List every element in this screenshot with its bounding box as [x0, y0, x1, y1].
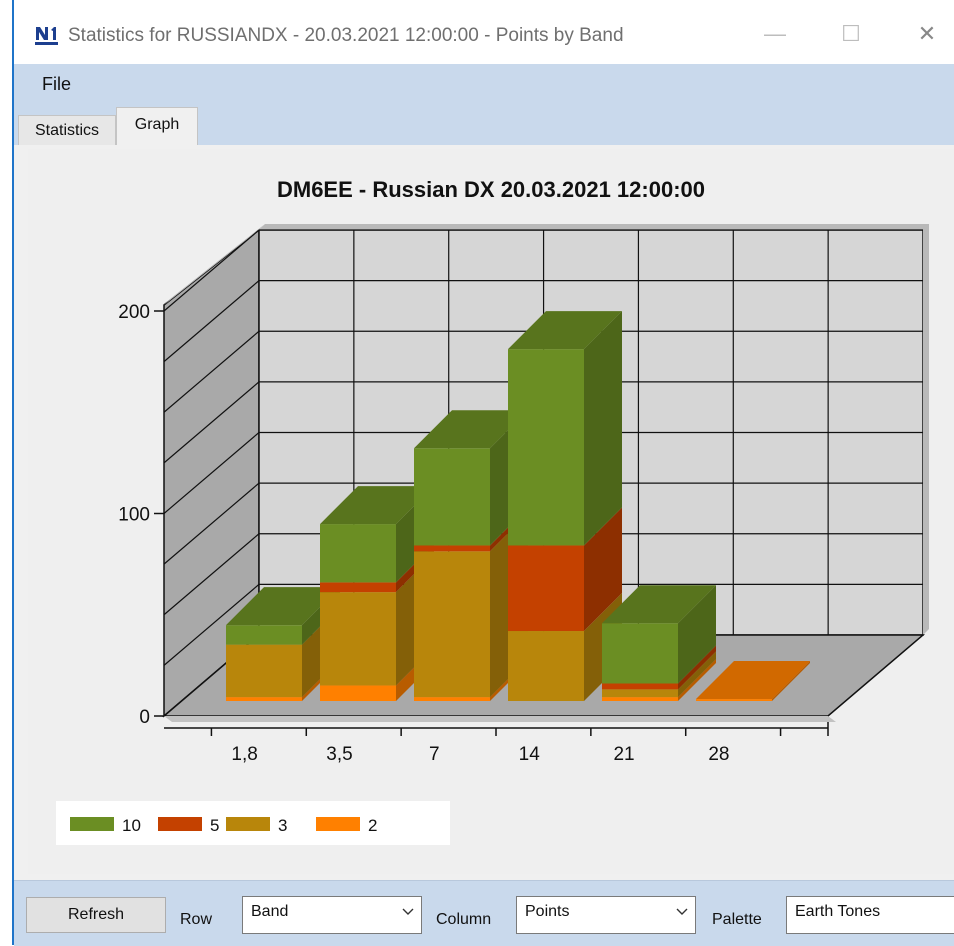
tab-graph[interactable]: Graph: [116, 107, 198, 147]
legend-label: 5: [210, 816, 219, 835]
left-window-edge: [0, 0, 14, 945]
bar-segment-front: [602, 697, 678, 701]
bar-segment-front: [320, 685, 396, 701]
column-select[interactable]: Points: [516, 896, 696, 934]
bar-segment-side: [584, 311, 622, 546]
x-tick-label: 28: [708, 744, 729, 765]
bar-segment-front: [414, 448, 490, 546]
chart-title: DM6EE - Russian DX 20.03.2021 12:00:00: [277, 177, 705, 202]
legend-swatch: [158, 817, 202, 831]
bar-segment-front: [226, 625, 302, 645]
bar-segment-front: [320, 592, 396, 686]
bar-segment-front: [508, 349, 584, 546]
x-tick-label: 7: [429, 744, 440, 765]
menu-file[interactable]: File: [42, 74, 71, 95]
legend-label: 10: [122, 816, 141, 835]
close-button[interactable]: ✕: [904, 14, 950, 54]
window-title: Statistics for RUSSIANDX - 20.03.2021 12…: [68, 25, 624, 46]
chart-floor-edge: [164, 716, 836, 722]
chevron-down-icon: [402, 908, 414, 915]
title-bar[interactable]: Statistics for RUSSIANDX - 20.03.2021 12…: [14, 0, 954, 64]
maximize-button[interactable]: ☐: [828, 14, 874, 54]
x-tick-label: 21: [613, 744, 634, 765]
row-select[interactable]: Band: [242, 896, 422, 934]
bar-segment-front: [414, 697, 490, 701]
bar-segment-front: [696, 699, 772, 701]
graph-panel: DM6EE - Russian DX 20.03.2021 12:00:00 0 1…: [14, 145, 954, 880]
bar-segment-front: [414, 551, 490, 698]
legend-swatch: [70, 817, 114, 831]
bar-segment-front: [226, 644, 302, 698]
stacked-3d-bar-chart: DM6EE - Russian DX 20.03.2021 12:00:00 0 1…: [56, 177, 929, 845]
n1mm-app-icon: [34, 24, 60, 46]
bar-segment-front: [226, 697, 302, 701]
chart-area: DM6EE - Russian DX 20.03.2021 12:00:00 0 1…: [28, 149, 954, 874]
bar-segment-front: [602, 683, 678, 690]
palette-select[interactable]: Earth Tones: [786, 896, 954, 934]
refresh-button[interactable]: Refresh: [26, 897, 166, 933]
chevron-down-icon: [676, 908, 688, 915]
tab-statistics[interactable]: Statistics: [18, 115, 116, 146]
y-tick-label: 200: [118, 302, 150, 323]
statistics-window: Statistics for RUSSIANDX - 20.03.2021 12…: [14, 0, 954, 946]
x-tick-label: 1,8: [231, 744, 257, 765]
x-tick-label: 3,5: [326, 744, 352, 765]
bar-segment-front: [320, 524, 396, 583]
tab-strip: Statistics Graph: [14, 105, 954, 147]
minimize-button[interactable]: —: [752, 14, 798, 54]
y-tick-label: 0: [139, 707, 150, 728]
bottom-toolbar: Refresh Row Band Column Points Palette E…: [14, 880, 954, 946]
bar-segment-front: [508, 631, 584, 701]
legend-swatch: [316, 817, 360, 831]
column-select-value: Points: [525, 903, 570, 920]
column-label: Column: [436, 911, 492, 928]
row-label: Row: [180, 911, 213, 928]
y-tick-label: 100: [118, 505, 150, 526]
palette-label: Palette: [712, 911, 762, 928]
legend-swatch: [226, 817, 270, 831]
legend-label: 3: [278, 816, 287, 835]
menu-bar: File: [14, 64, 954, 105]
bar-segment-front: [414, 545, 490, 552]
bar-segment-front: [508, 545, 584, 632]
x-tick-label: 14: [519, 744, 541, 765]
palette-select-value: Earth Tones: [795, 903, 881, 920]
bar-segment-front: [602, 623, 678, 684]
legend-label: 2: [368, 816, 377, 835]
row-select-value: Band: [251, 903, 289, 920]
bar-segment-front: [320, 582, 396, 593]
bar-segment-front: [602, 689, 678, 698]
